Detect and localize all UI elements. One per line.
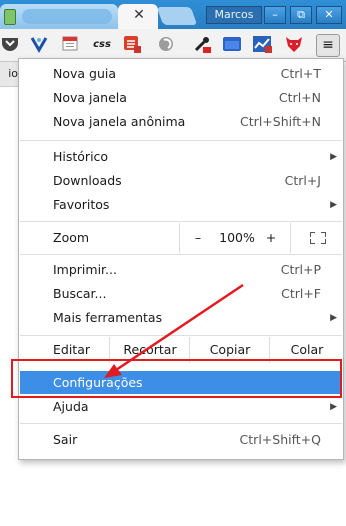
annotation-arrow-icon [104, 283, 244, 378]
